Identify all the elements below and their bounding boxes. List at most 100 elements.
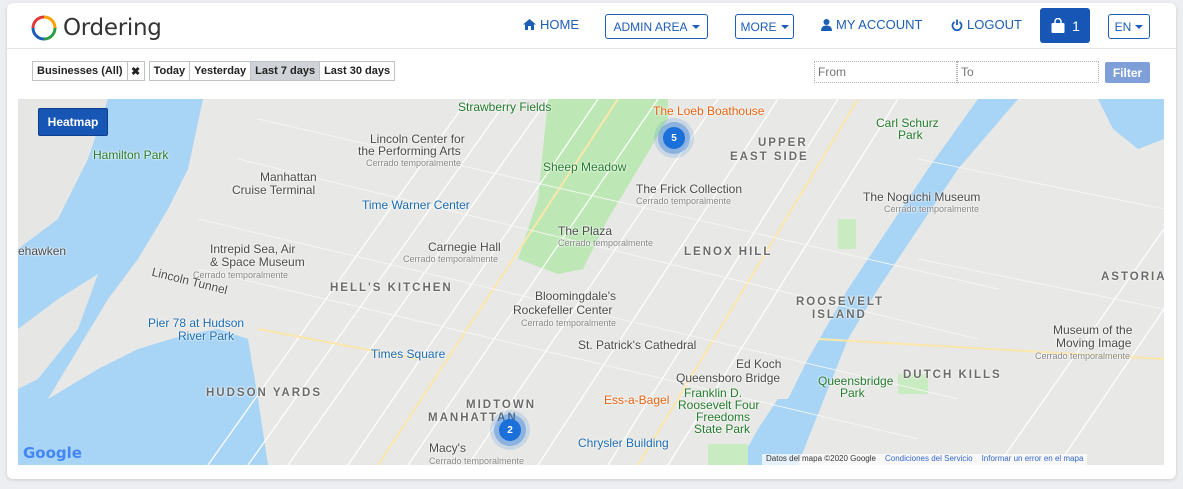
map-label: Cerrado temporalmente [429,456,525,465]
cart-count: 1 [1072,17,1080,34]
nav-home-label: HOME [540,17,579,32]
logo-ring-icon [31,15,57,41]
shopping-bag-icon [1051,17,1065,33]
top-navbar: Ordering HOME ADMIN AREA MORE MY ACCOUNT… [7,3,1176,49]
map-label: Cruise Terminal [232,183,316,197]
map-label: DUTCH KILLS [903,369,1002,381]
brand-logo[interactable]: Ordering [31,15,162,41]
map-label: The Plaza [558,224,613,238]
map-label: Cerrado temporalmente [636,196,732,206]
map-label: Park [898,128,923,142]
map-label: UPPER [758,137,808,149]
map-label: Ess-a-Bagel [604,393,670,407]
filter-button-label: Filter [1112,65,1143,80]
order-cluster-marker[interactable]: 5 [663,127,685,149]
brand-name: Ordering [63,15,162,41]
logout-link[interactable]: LOGOUT [951,17,1022,32]
map-label: Park [840,386,865,400]
map-label: HUDSON YARDS [206,387,323,399]
range-today-label: Today [153,65,186,77]
map-label: Museum of the [1053,323,1133,337]
map-label: Queensboro Bridge [676,371,781,385]
map-label: Cerrado temporalmente [1035,351,1131,361]
more-label: MORE [740,19,777,34]
power-icon [951,19,963,31]
map-label: Cerrado temporalmente [558,238,654,248]
map-label: Cerrado temporalmente [521,318,617,328]
range-last7-label: Last 7 days [255,65,316,77]
map-label: & Space Museum [210,255,305,269]
user-icon [821,18,832,31]
map-label: Pier 78 at Hudson [148,316,245,330]
orders-map[interactable]: Heatmap Strawberry Fields The Loeb Boath… [18,99,1164,465]
map-label: State Park [694,422,751,436]
clear-businesses-button[interactable]: ✖ [126,61,145,81]
google-logo: Google [23,444,82,462]
map-label: Manhattan [260,170,317,184]
map-label: Rockefeller Center [513,303,613,317]
to-date-input[interactable] [957,61,1099,83]
map-label: LENOX HILL [684,246,773,258]
map-data-credit: Datos del mapa ©2020 Google [766,454,876,463]
map-attribution: Datos del mapa ©2020 Google Condiciones … [762,454,1088,465]
chevron-down-icon [1135,24,1144,29]
nav-home-link[interactable]: HOME [523,17,579,32]
map-label: Cerrado temporalmente [403,254,499,264]
map-label: Strawberry Fields [458,100,552,114]
map-label: ehawken [18,244,67,258]
main-card: Ordering HOME ADMIN AREA MORE MY ACCOUNT… [7,3,1176,479]
more-dropdown[interactable]: MORE [735,14,794,39]
map-label: Bloomingdale's [535,289,617,303]
cart-button[interactable]: 1 [1040,8,1090,43]
admin-area-dropdown[interactable]: ADMIN AREA [605,14,708,39]
map-label: Intrepid Sea, Air [210,242,296,256]
report-error-link[interactable]: Informar un error en el mapa [982,454,1084,465]
map-label: Moving Image [1056,336,1132,350]
map-label: The Frick Collection [636,182,743,196]
home-icon [523,19,536,30]
from-date-input[interactable] [814,61,957,83]
map-label: HELL'S KITCHEN [330,282,453,294]
order-cluster-marker[interactable]: 2 [499,419,521,441]
map-label: Macy's [429,441,466,455]
map-label: Cerrado temporalmente [366,158,462,168]
businesses-filter[interactable]: Businesses (All) [32,61,128,81]
close-icon: ✖ [130,65,141,78]
map-label: Chrysler Building [578,436,669,450]
map-label: ROOSEVELT [796,296,885,308]
heatmap-button-label: Heatmap [47,115,99,129]
date-filter-bar: Businesses (All) ✖ Today Yesterday Last … [32,61,396,81]
map-label: Time Warner Center [362,198,470,212]
my-account-link[interactable]: MY ACCOUNT [821,17,922,32]
map-label: The Loeb Boathouse [653,104,765,118]
filter-button[interactable]: Filter [1105,62,1150,83]
map-label: River Park [178,329,235,343]
range-yesterday-button[interactable]: Yesterday [189,61,252,81]
map-label: the Performing Arts [358,144,461,158]
map-label: Cerrado temporalmente [884,204,980,214]
map-label: ASTORIA [1101,271,1164,283]
businesses-filter-label: Businesses (All) [37,65,123,77]
heatmap-toggle-button[interactable]: Heatmap [38,108,108,136]
cluster-count: 5 [671,132,677,144]
logout-label: LOGOUT [967,17,1022,32]
map-label: Carnegie Hall [428,240,501,254]
map-label: Hamilton Park [93,148,169,162]
map-label: St. Patrick's Cathedral [578,338,697,352]
chevron-down-icon [780,24,789,29]
terms-of-service-link[interactable]: Condiciones del Servicio [885,454,973,465]
language-label: EN [1114,19,1132,34]
map-label: EAST SIDE [730,151,809,163]
range-last7-button[interactable]: Last 7 days [250,61,321,81]
map-label: The Noguchi Museum [863,190,981,204]
map-label: ISLAND [812,309,867,321]
range-last30-button[interactable]: Last 30 days [319,61,396,81]
map-label: Times Square [371,347,446,361]
range-last30-label: Last 30 days [324,65,391,77]
language-dropdown[interactable]: EN [1108,14,1150,39]
range-today-button[interactable]: Today [148,61,191,81]
admin-area-label: ADMIN AREA [613,19,688,34]
google-logo-text: Google [23,444,82,462]
map-label: Sheep Meadow [543,160,627,174]
map-label: MIDTOWN [466,399,537,411]
